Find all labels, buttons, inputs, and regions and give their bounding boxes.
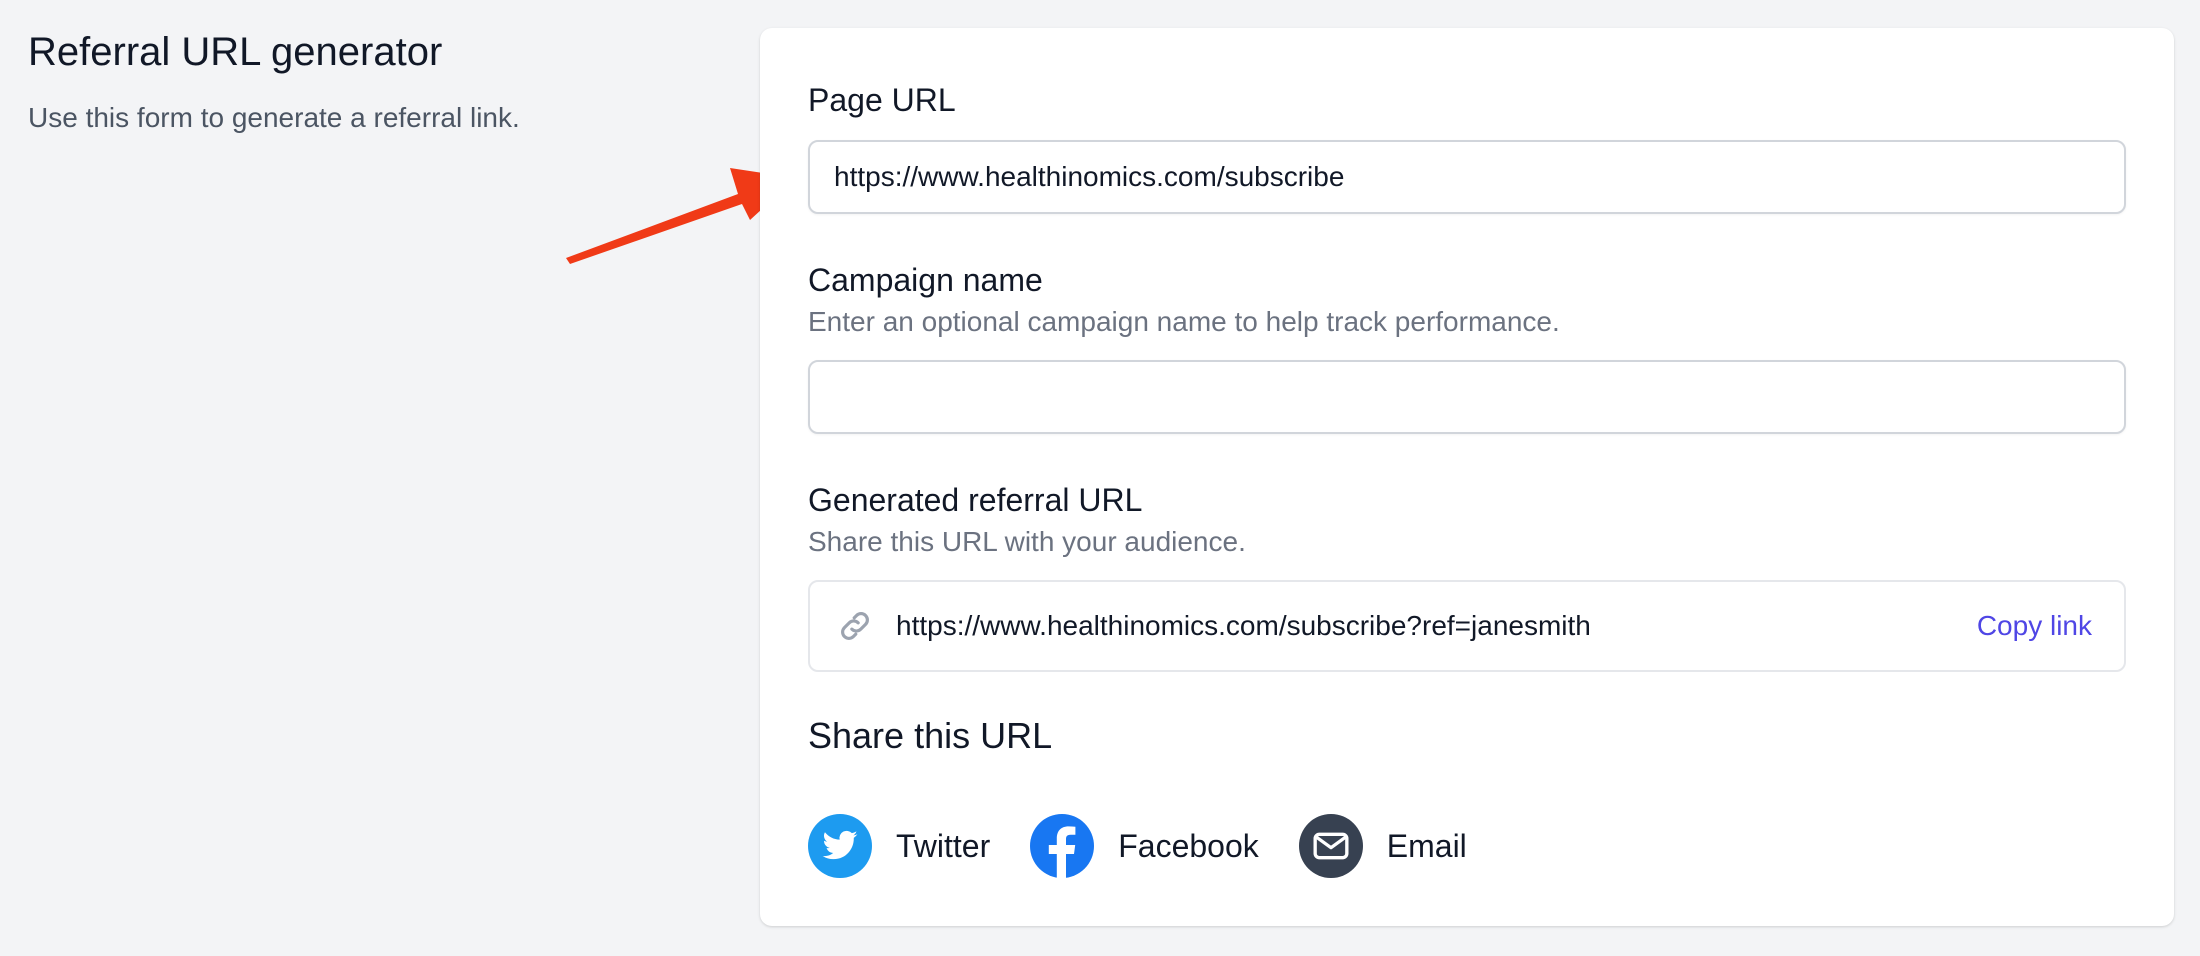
campaign-name-help: Enter an optional campaign name to help … xyxy=(808,306,1560,337)
generated-url-help: Share this URL with your audience. xyxy=(808,526,1246,557)
envelope-icon xyxy=(1298,814,1363,878)
campaign-name-input[interactable] xyxy=(808,360,2126,434)
campaign-name-label: Campaign name xyxy=(808,262,1043,298)
facebook-icon xyxy=(1030,814,1095,878)
share-facebook-button[interactable]: Facebook xyxy=(1030,814,1259,878)
share-email-label: Email xyxy=(1386,827,1467,864)
share-email-button[interactable]: Email xyxy=(1298,814,1467,878)
share-title: Share this URL xyxy=(808,715,1053,756)
page-title: Referral URL generator xyxy=(28,30,443,74)
page-description: Use this form to generate a referral lin… xyxy=(28,102,520,133)
share-twitter-label: Twitter xyxy=(896,827,991,864)
twitter-icon xyxy=(808,814,872,878)
page-url-input[interactable] xyxy=(808,140,2126,214)
link-icon xyxy=(841,612,869,640)
copy-link-button[interactable]: Copy link xyxy=(1977,610,2092,642)
generated-url-box: https://www.healthinomics.com/subscribe?… xyxy=(808,580,2126,672)
page-url-label: Page URL xyxy=(808,82,956,118)
share-buttons: Twitter Facebook Email xyxy=(808,814,1507,878)
share-facebook-label: Facebook xyxy=(1118,827,1259,864)
intro-section: Referral URL generator Use this form to … xyxy=(28,28,668,136)
share-twitter-button[interactable]: Twitter xyxy=(808,814,990,878)
generated-url-label: Generated referral URL xyxy=(808,482,1143,518)
referral-form-card: Page URL Campaign name Enter an optional… xyxy=(760,28,2174,926)
generated-url-value: https://www.healthinomics.com/subscribe?… xyxy=(896,610,1591,641)
